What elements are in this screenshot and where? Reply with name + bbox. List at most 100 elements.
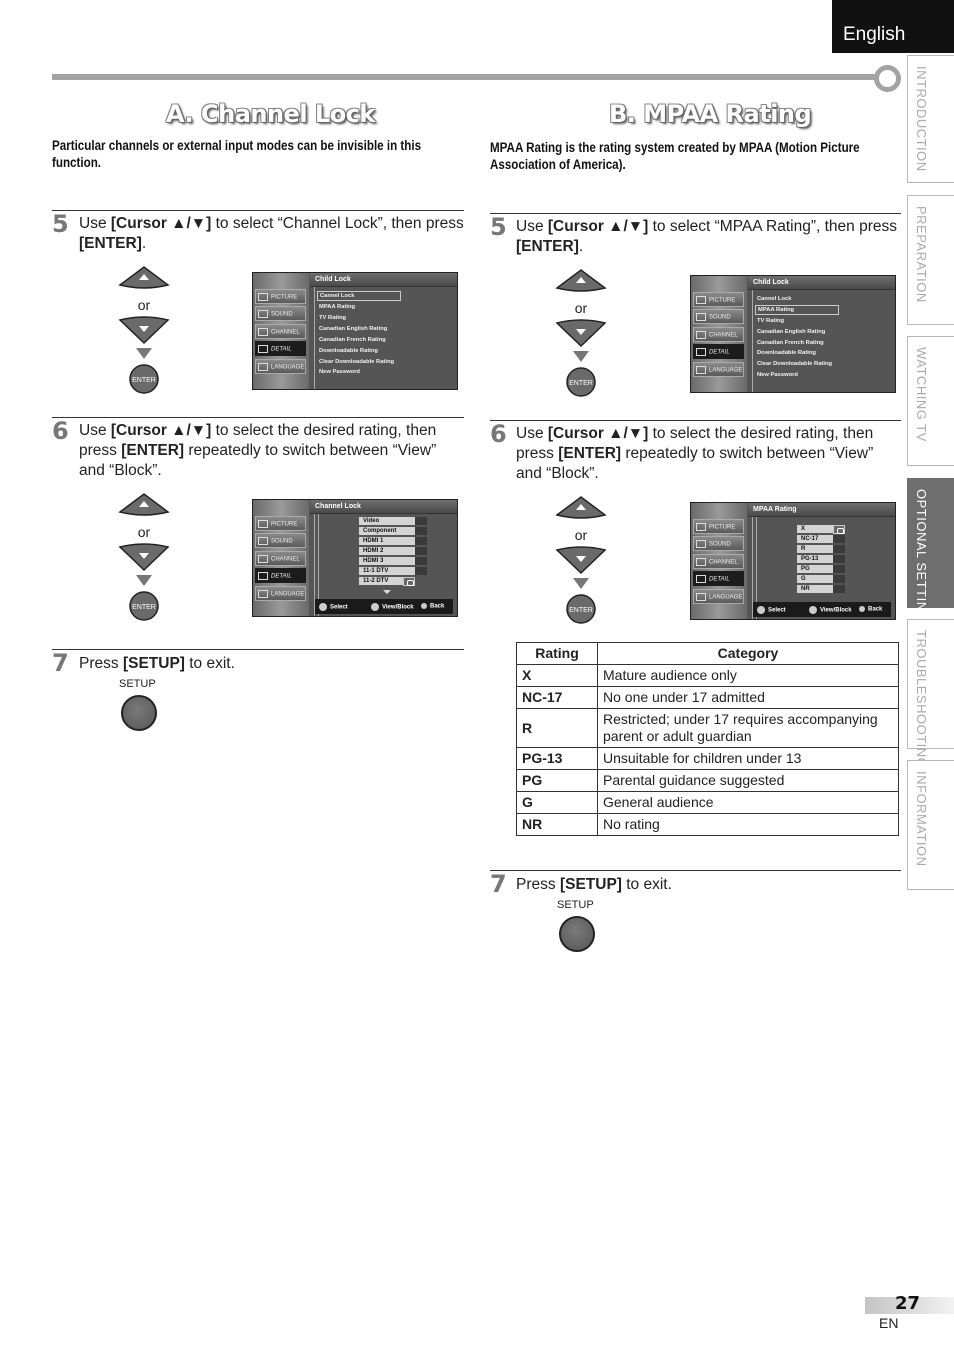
- table-row: PG-13 Unsuitable for children under 13: [516, 747, 899, 770]
- rating-cell: NC-17: [516, 686, 598, 709]
- category-cell: Parental guidance suggested: [597, 769, 899, 792]
- lock-icon: [403, 577, 415, 586]
- tv-menu-item: New Password: [319, 369, 360, 375]
- tv-menu-channel: CHANNEL: [255, 324, 306, 339]
- tv-divider: [752, 290, 753, 392]
- tv-menu-item: Downloadable Rating: [757, 350, 816, 356]
- step-number: 6: [490, 420, 507, 448]
- tv-footer-help: Select View/Block Back: [753, 602, 891, 617]
- step-number: 5: [52, 210, 69, 238]
- setup-label: SETUP: [119, 678, 156, 690]
- tv-footer-select: Select: [319, 603, 348, 611]
- tv-list-row: PG: [797, 565, 833, 574]
- side-tab-preparation[interactable]: PREPARATION: [907, 195, 954, 325]
- tv-list-row: HDMI 2: [359, 547, 415, 556]
- tv-list-row: Component: [359, 527, 415, 536]
- tv-list-row: NC-17: [797, 535, 833, 544]
- tv-menu-item: Clear Downloadable Rating: [319, 359, 395, 365]
- tv-footer-view-block: View/Block: [371, 603, 414, 611]
- tv-menu-item: Canadian English Rating: [319, 326, 388, 332]
- rating-cell: NR: [516, 813, 598, 836]
- tv-footer-select: Select: [757, 606, 786, 614]
- side-tab-optional-setting[interactable]: OPTIONAL SETTING: [907, 478, 954, 622]
- category-cell: Mature audience only: [597, 664, 899, 687]
- lock-status-box: [415, 517, 427, 526]
- step-5-instruction: Use [Cursor ▲/▼] to select “Channel Lock…: [79, 215, 464, 252]
- tv-menu-detail: DETAIL: [255, 568, 306, 583]
- mpaa-rating-table: Rating Category X Mature audience only NC…: [516, 642, 899, 836]
- enter-label: ENTER: [569, 607, 593, 614]
- side-tab-label: WATCHING TV: [914, 347, 929, 442]
- tv-menu-item: Clear Downloadable Rating: [757, 361, 833, 367]
- tv-menu-channel: CHANNEL: [255, 551, 306, 566]
- lock-status-box: [415, 567, 427, 576]
- tv-menu-item: TV Rating: [319, 315, 347, 321]
- category-cell: No one under 17 admitted: [597, 686, 899, 709]
- arrow-down-icon: [573, 351, 589, 362]
- tv-menu-item: MPAA Rating: [755, 305, 839, 315]
- tv-menu-sound: SOUND: [693, 536, 744, 551]
- tv-menu-sound: SOUND: [255, 306, 306, 321]
- side-tab-watching-tv[interactable]: WATCHING TV: [907, 336, 954, 466]
- step-6-instruction: Use [Cursor ▲/▼] to select the desired r…: [516, 425, 874, 482]
- lock-status-box: [833, 585, 845, 594]
- side-tab-label: OPTIONAL SETTING: [914, 489, 929, 623]
- step-number: 7: [52, 649, 69, 677]
- tv-menu-picture: PICTURE: [693, 519, 744, 534]
- enter-label: ENTER: [132, 604, 156, 611]
- setup-button: [559, 916, 595, 952]
- tv-footer-view-block: View/Block: [809, 606, 852, 614]
- tv-menu-channel: CHANNEL: [693, 554, 744, 569]
- remote-cursor-enter-buttons: or ENTER: [551, 268, 611, 398]
- step-6-instruction: Use [Cursor ▲/▼] to select the desired r…: [79, 422, 437, 479]
- setup-button: [121, 695, 157, 731]
- tv-menu-sound: SOUND: [693, 309, 744, 324]
- section-a-description: Particular channels or external input mo…: [52, 138, 422, 170]
- side-tab-introduction[interactable]: INTRODUCTION: [907, 55, 954, 183]
- arrow-down-icon: [136, 348, 152, 359]
- side-tab-label: INTRODUCTION: [914, 66, 929, 172]
- rating-cell: X: [516, 664, 598, 687]
- side-tab-label: PREPARATION: [914, 206, 929, 303]
- language-code: EN: [879, 1315, 899, 1331]
- lock-icon: [833, 525, 845, 534]
- tv-menu-item: New Password: [757, 372, 798, 378]
- tv-footer-back: Back: [421, 603, 444, 610]
- tv-screen-mpaa-rating: PICTURE SOUND CHANNEL DETAIL LANGUAGE MP…: [690, 502, 896, 620]
- tv-menu-language: LANGUAGE: [255, 359, 306, 374]
- table-row: R Restricted; under 17 requires accompany…: [516, 708, 899, 748]
- tv-side-menu: PICTURE SOUND CHANNEL DETAIL LANGUAGE: [691, 276, 747, 392]
- divider: [52, 649, 464, 650]
- side-tab-troubleshooting[interactable]: TROUBLESHOOTING: [907, 619, 954, 768]
- section-b-description: MPAA Rating is the rating system created…: [490, 140, 860, 172]
- tv-menu-detail: DETAIL: [693, 571, 744, 586]
- tv-menu-sound: SOUND: [255, 533, 306, 548]
- tv-screen-title: Channel Lock: [310, 500, 457, 514]
- step-5-instruction: Use [Cursor ▲/▼] to select “MPAA Rating”…: [516, 218, 897, 255]
- tv-menu-language: LANGUAGE: [693, 362, 744, 377]
- side-tab-information[interactable]: INFORMATION: [907, 760, 954, 890]
- divider: [52, 417, 464, 418]
- tv-screen-title: MPAA Rating: [748, 503, 895, 517]
- tv-menu-language: LANGUAGE: [255, 586, 306, 601]
- section-a-title: A. Channel Lock: [166, 100, 375, 128]
- step-number: 6: [52, 417, 69, 445]
- tv-screen-title: Child Lock: [748, 276, 895, 290]
- tv-screen-child-lock: PICTURE SOUND CHANNEL DETAIL LANGUAGE Ch…: [252, 272, 458, 390]
- tv-menu-detail: DETAIL: [693, 344, 744, 359]
- lock-status-box: [833, 575, 845, 584]
- table-row: X Mature audience only: [516, 664, 899, 687]
- or-label: or: [575, 527, 588, 543]
- tv-menu-item: TV Rating: [757, 318, 785, 324]
- step-number: 7: [490, 870, 507, 898]
- tv-screen-child-lock: PICTURE SOUND CHANNEL DETAIL LANGUAGE Ch…: [690, 275, 896, 393]
- or-label: or: [138, 297, 151, 313]
- arrow-down-icon: [573, 578, 589, 589]
- tv-menu-item: Canadian French Rating: [319, 337, 386, 343]
- tv-footer-help: Select View/Block Back: [315, 599, 453, 614]
- step-number: 5: [490, 213, 507, 241]
- divider: [490, 213, 901, 214]
- tv-side-menu: PICTURE SOUND CHANNEL DETAIL LANGUAGE: [253, 273, 309, 389]
- divider: [490, 420, 901, 421]
- tv-list-row: R: [797, 545, 833, 554]
